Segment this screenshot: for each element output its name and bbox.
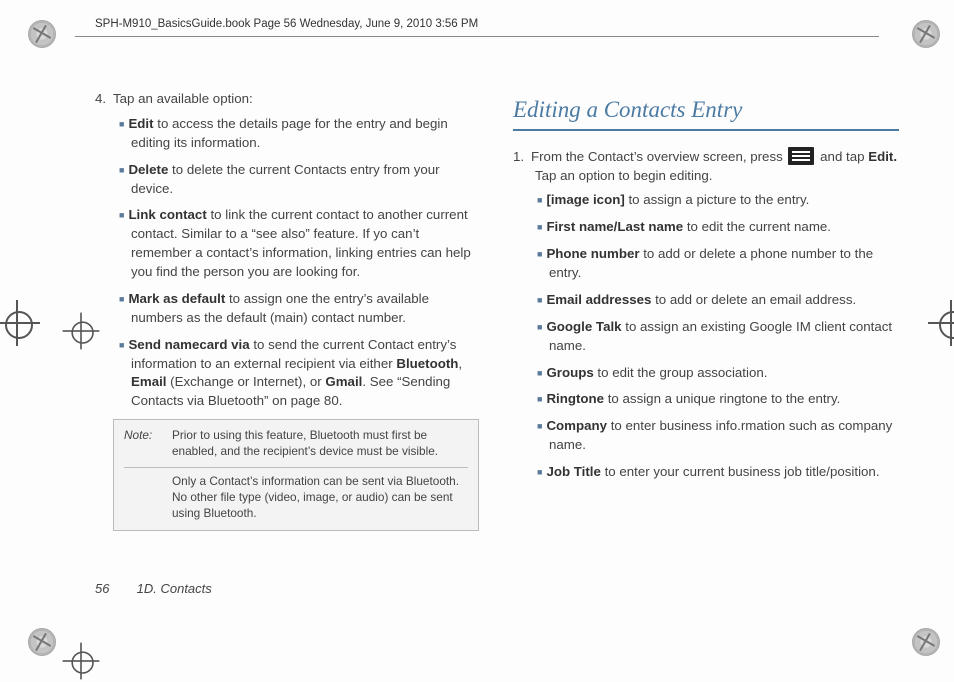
note-text: Only a Contact’s information can be sent… [172, 474, 468, 522]
bullet-item: ■[image icon] to assign a picture to the… [513, 191, 899, 210]
menu-hardkey-icon [788, 147, 814, 165]
section-heading-rule [513, 129, 899, 131]
note-divider [124, 467, 468, 468]
crop-screw-icon [28, 628, 56, 656]
bullet-item: ■Delete to delete the current Contacts e… [95, 161, 481, 199]
bullet-item: ■Edit to access the details page for the… [95, 115, 481, 153]
step-4: 4.Tap an available option: [95, 90, 481, 109]
registration-mark-icon [63, 313, 100, 350]
bullet-item: ■Link contact to link the current contac… [95, 206, 481, 282]
book-header-rule [75, 36, 879, 37]
note-text: Prior to using this feature, Bluetooth m… [172, 428, 468, 460]
page-footer: 56 1D. Contacts [95, 581, 212, 596]
bullet-item: ■Send namecard via to send the current C… [95, 336, 481, 412]
section-heading: Editing a Contacts Entry [513, 94, 899, 127]
note-label: Note: [124, 428, 164, 460]
crop-screw-icon [912, 20, 940, 48]
bullet-item: ■Mark as default to assign one the entry… [95, 290, 481, 328]
page-body: 4.Tap an available option: ■Edit to acce… [95, 90, 899, 622]
section-label: 1D. Contacts [137, 581, 212, 596]
registration-mark-icon [63, 643, 100, 680]
bullet-item: ■Groups to edit the group association. [513, 364, 899, 383]
bullet-item: ■Google Talk to assign an existing Googl… [513, 318, 899, 356]
note-box: Note: Prior to using this feature, Bluet… [113, 419, 479, 531]
bullet-item: ■Company to enter business info.rmation … [513, 417, 899, 455]
bullet-item: ■Phone number to add or delete a phone n… [513, 245, 899, 283]
bullet-item: ■First name/Last name to edit the curren… [513, 218, 899, 237]
right-column: Editing a Contacts Entry 1.From the Cont… [513, 90, 899, 622]
bullet-item: ■Job Title to enter your current busines… [513, 463, 899, 482]
crop-screw-icon [28, 20, 56, 48]
book-header-line: SPH-M910_BasicsGuide.book Page 56 Wednes… [95, 18, 478, 30]
bullet-item: ■Ringtone to assign a unique ringtone to… [513, 390, 899, 409]
step-1: 1.From the Contact’s overview screen, pr… [513, 143, 899, 186]
crop-screw-icon [912, 628, 940, 656]
page-number: 56 [95, 581, 133, 596]
left-column: 4.Tap an available option: ■Edit to acce… [95, 90, 481, 622]
registration-mark-icon [0, 300, 40, 346]
registration-mark-icon [928, 300, 954, 346]
bullet-item: ■Email addresses to add or delete an ema… [513, 291, 899, 310]
